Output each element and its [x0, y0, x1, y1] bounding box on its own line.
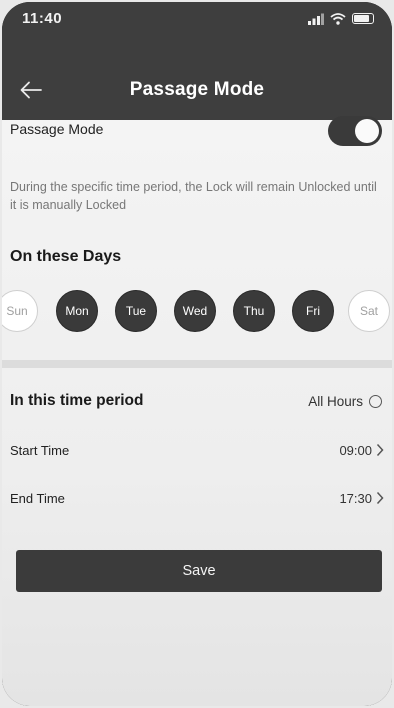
content-area: Passage Mode During the specific time pe…: [2, 116, 392, 706]
start-time-row[interactable]: Start Time 09:00: [10, 440, 384, 464]
day-wed[interactable]: Wed: [174, 290, 216, 332]
save-button[interactable]: Save: [16, 550, 382, 592]
end-time-row[interactable]: End Time 17:30: [10, 488, 384, 512]
status-time: 11:40: [22, 10, 63, 27]
radio-icon[interactable]: [369, 395, 382, 408]
day-tue[interactable]: Tue: [115, 290, 157, 332]
chevron-right-icon: [376, 443, 384, 457]
status-icons: [308, 12, 374, 25]
day-sun[interactable]: Sun: [2, 290, 38, 332]
day-fri[interactable]: Fri: [292, 290, 334, 332]
day-mon[interactable]: Mon: [56, 290, 98, 332]
end-time-value: 17:30: [339, 491, 372, 506]
signal-icon: [308, 12, 324, 25]
days-section-title: On these Days: [10, 248, 122, 265]
days-selector: Sun Mon Tue Wed Thu Fri Sat: [2, 290, 392, 334]
all-hours-option[interactable]: All Hours: [308, 394, 382, 409]
time-period-title: In this time period: [10, 392, 144, 409]
status-bar: 11:40: [2, 2, 392, 60]
battery-icon: [352, 12, 374, 24]
passage-mode-description: During the specific time period, the Loc…: [10, 180, 377, 212]
toggle-knob: [355, 119, 379, 143]
all-hours-label: All Hours: [308, 394, 363, 409]
start-time-label: Start Time: [10, 443, 70, 458]
phone-screen: 11:40 Passage Mode Passage Mode During t…: [2, 2, 392, 706]
time-period-row: In this time period All Hours: [10, 390, 382, 416]
day-sat[interactable]: Sat: [348, 290, 390, 332]
end-time-label: End Time: [10, 491, 65, 506]
nav-bar: Passage Mode: [2, 60, 392, 120]
chevron-right-icon: [376, 491, 384, 505]
section-divider: [2, 360, 392, 368]
passage-mode-toggle[interactable]: [328, 116, 382, 146]
start-time-value: 09:00: [339, 443, 372, 458]
passage-mode-label: Passage Mode: [10, 121, 104, 137]
page-title: Passage Mode: [129, 79, 265, 100]
wifi-icon: [330, 12, 346, 25]
day-thu[interactable]: Thu: [233, 290, 275, 332]
passage-mode-row: Passage Mode: [10, 116, 384, 146]
